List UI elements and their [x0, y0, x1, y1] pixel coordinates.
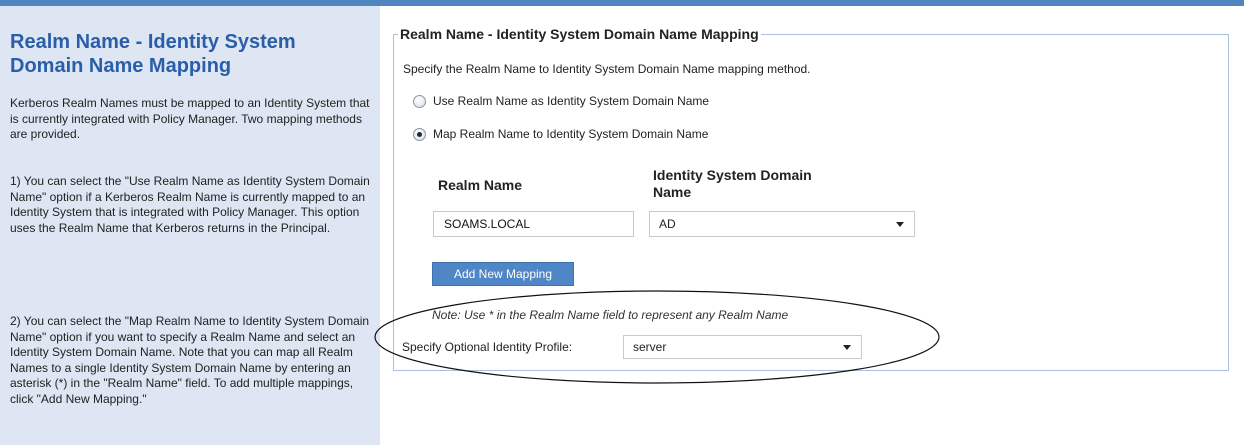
help-option1-text: 1) You can select the "Use Realm Name as… [10, 174, 370, 235]
chevron-down-icon [896, 222, 904, 227]
column-header-domain-name: Identity System Domain Name [653, 167, 812, 201]
column-header-realm-name: Realm Name [438, 177, 523, 193]
wildcard-note: Note: Use * in the Realm Name field to r… [432, 308, 789, 322]
identity-profile-select-value: server [633, 340, 667, 354]
chevron-down-icon [843, 345, 851, 350]
help-intro-text: Kerberos Realm Names must be mapped to a… [10, 96, 370, 141]
fieldset-legend: Realm Name - Identity System Domain Name… [398, 25, 761, 43]
radio-map-realm-name-label[interactable]: Map Realm Name to Identity System Domain… [433, 127, 708, 141]
radio-use-realm-name-label[interactable]: Use Realm Name as Identity System Domain… [433, 94, 709, 108]
identity-profile-label: Specify Optional Identity Profile: [402, 340, 573, 354]
mapping-instruction: Specify the Realm Name to Identity Syste… [403, 62, 811, 76]
realm-name-input[interactable]: SOAMS.LOCAL [433, 211, 634, 237]
help-option2-text: 2) You can select the "Map Realm Name to… [10, 314, 370, 406]
domain-name-select-value: AD [659, 217, 676, 231]
column-header-domain-name-line1: Identity System Domain [653, 167, 812, 183]
identity-profile-select[interactable]: server [623, 335, 862, 359]
radio-map-realm-name[interactable] [413, 128, 426, 141]
radio-use-realm-name[interactable] [413, 95, 426, 108]
domain-name-select[interactable]: AD [649, 211, 915, 237]
add-new-mapping-button[interactable]: Add New Mapping [432, 262, 574, 286]
help-title: Realm Name - Identity System Domain Name… [10, 31, 296, 77]
column-header-domain-name-line2: Name [653, 184, 692, 200]
